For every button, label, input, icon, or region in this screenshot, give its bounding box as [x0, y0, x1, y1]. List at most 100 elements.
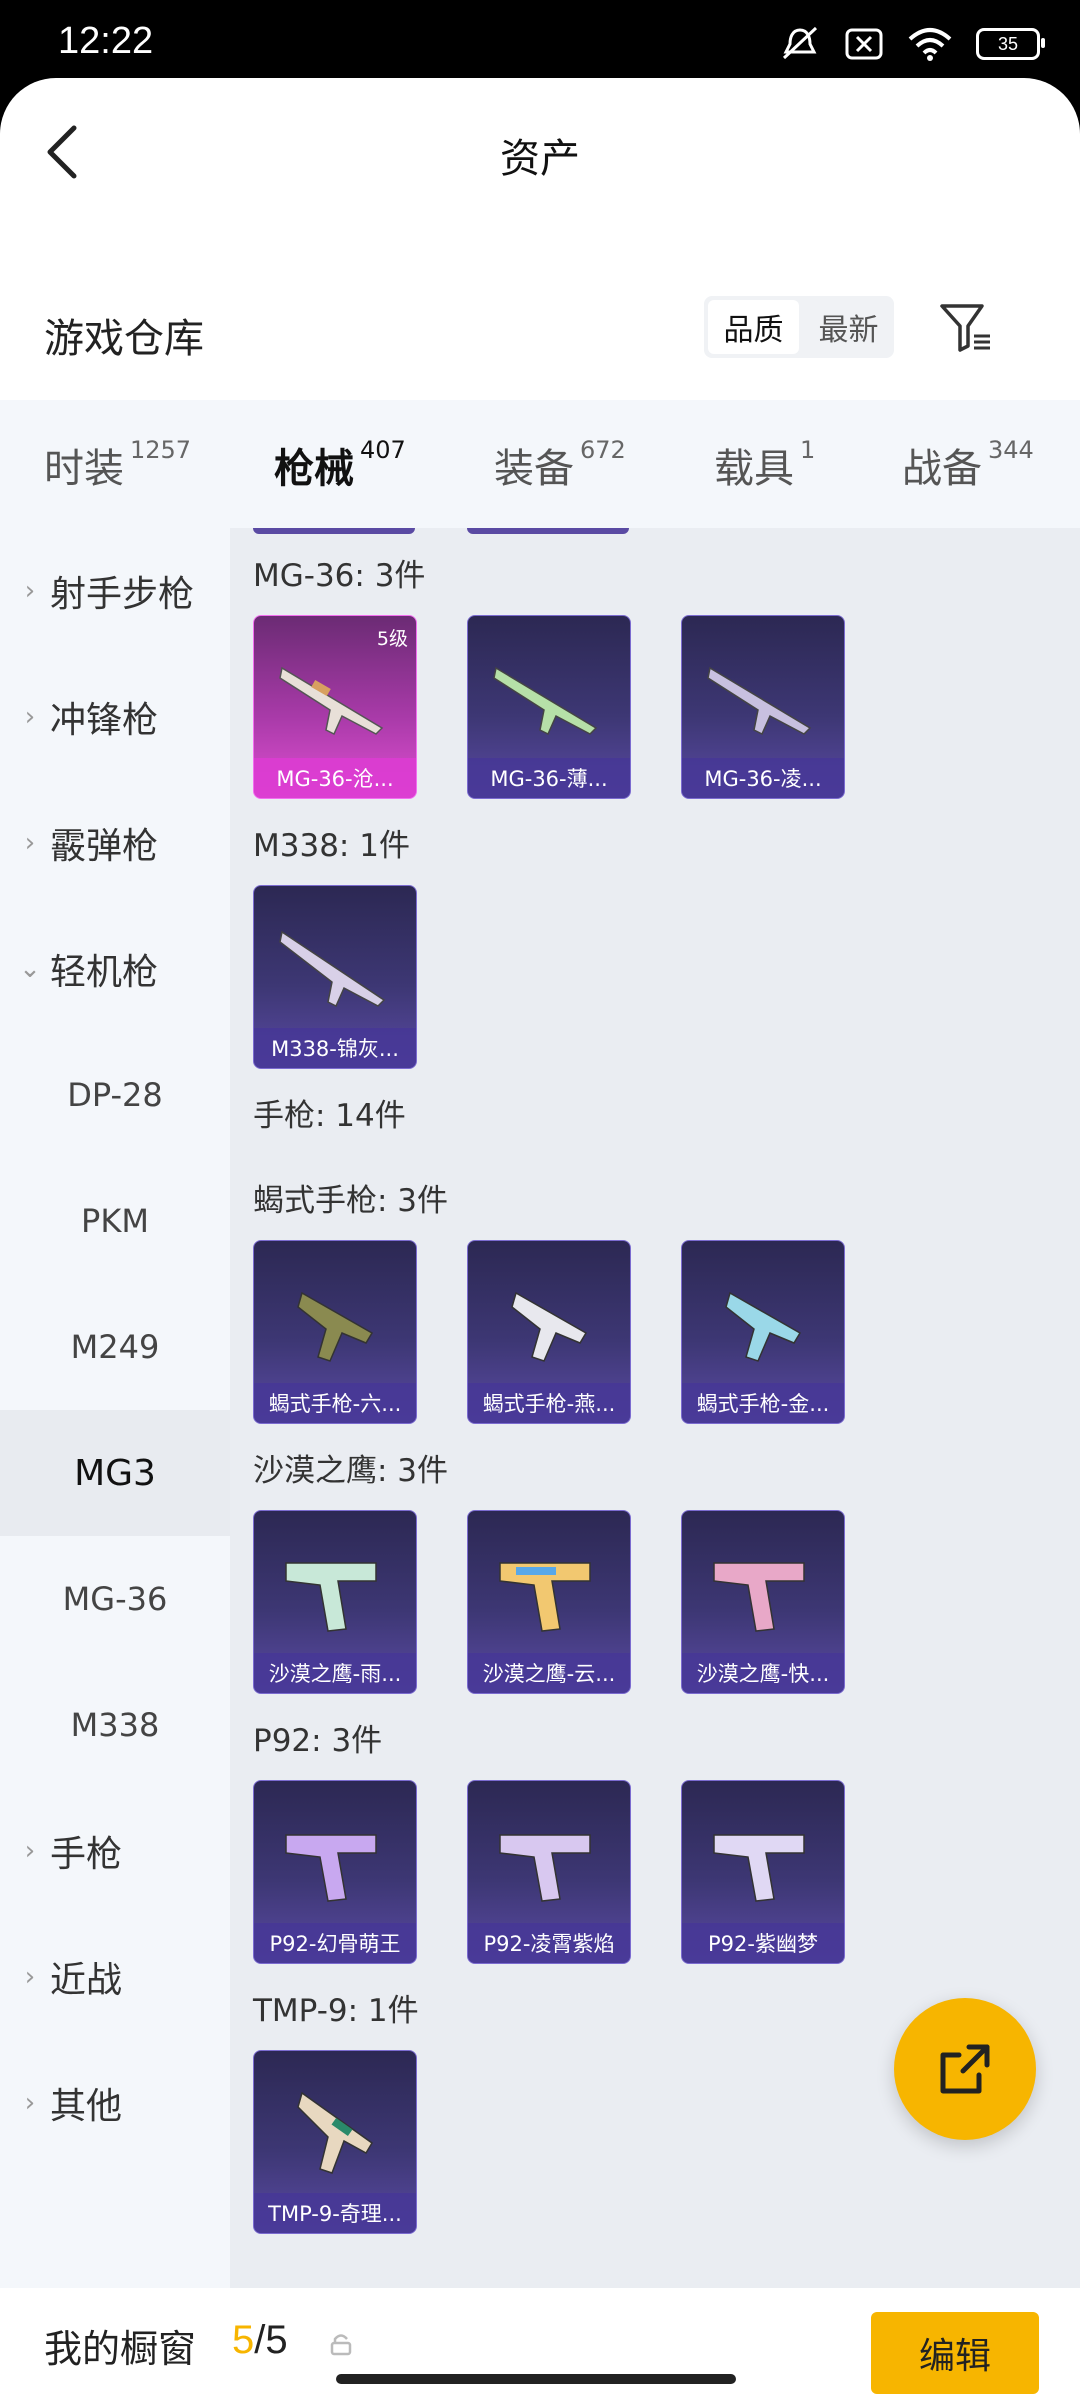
weapon-name: P92-紫幽梦 [682, 1923, 844, 1963]
showcase-count: 5/5 [232, 2318, 288, 2362]
weapon-name: 蝎式手枪-金... [682, 1383, 844, 1423]
category-melee[interactable]: › 近战 [0, 1914, 230, 2040]
category-tabs: 时装 1257 枪械 407 装备 672 载具 1 战备 344 [0, 400, 1080, 528]
weapon-card[interactable]: P92-幻骨萌王 [253, 1780, 417, 1964]
rifle-icon [279, 666, 384, 736]
group-header-tmp9: TMP-9: 1件 [253, 1993, 419, 2029]
pistol-icon [297, 1291, 374, 1362]
smg-icon [297, 2091, 373, 2174]
weapon-name: 沙漠之鹰-快... [682, 1653, 844, 1693]
category-lmg[interactable]: ⌄ 轻机枪 [0, 906, 230, 1032]
weapon-card[interactable]: M338-锦灰... [253, 885, 417, 1069]
wifi-icon [908, 28, 952, 61]
weapon-name: MG-36-薄... [468, 758, 630, 798]
showcase-label: 我的橱窗 [44, 2327, 197, 2371]
section-title: 游戏仓库 [44, 316, 204, 362]
tab-supplies[interactable]: 战备 344 [902, 436, 1034, 494]
level-badge: 5级 [376, 628, 408, 650]
home-indicator [336, 2374, 736, 2384]
category-pistol[interactable]: › 手枪 [0, 1788, 230, 1914]
group-header-scorpion: 蝎式手枪: 3件 [253, 1183, 449, 1219]
weapon-name: M338-锦灰... [254, 1028, 416, 1068]
rifle-icon [279, 930, 386, 1008]
previous-card-edge [253, 528, 415, 534]
weapon-card[interactable]: 蝎式手枪-金... [681, 1240, 845, 1424]
tab-vehicles[interactable]: 载具 1 [714, 436, 815, 494]
chevron-down-icon: ⌄ [19, 954, 41, 984]
weapon-name: MG-36-沧... [254, 758, 416, 798]
group-header-mg36: MG-36: 3件 [253, 558, 426, 594]
weapon-name: P92-凌霄紫焰 [468, 1923, 630, 1963]
sub-dp28[interactable]: DP-28 [0, 1032, 230, 1158]
weapon-card[interactable]: 沙漠之鹰-雨... [253, 1510, 417, 1694]
weapon-card[interactable]: 5级 MG-36-沧... [253, 615, 417, 799]
chevron-right-icon: › [24, 2088, 36, 2118]
weapon-name: 蝎式手枪-燕... [468, 1383, 630, 1423]
tab-equipment[interactable]: 装备 672 [494, 436, 626, 494]
assets-page: 资产 游戏仓库 品质 最新 时装 1257 枪械 407 装备 672 载具 1 战备 3… [0, 78, 1080, 2400]
weapon-category-sidebar: › 射手步枪 › 冲锋枪 › 霰弹枪 ⌄ 轻机枪 DP-28 PKM M249 MG3 … [0, 528, 230, 2288]
share-fab[interactable] [894, 1998, 1036, 2140]
sub-mg36[interactable]: MG-36 [0, 1536, 230, 1662]
rifle-icon [493, 666, 598, 736]
mute-icon [782, 26, 818, 60]
sub-m249[interactable]: M249 [0, 1284, 230, 1410]
weapon-name: 沙漠之鹰-雨... [254, 1653, 416, 1693]
pistol-icon [499, 1834, 591, 1902]
weapon-card[interactable]: P92-紫幽梦 [681, 1780, 845, 1964]
status-time: 12:22 [58, 20, 154, 62]
status-bar: 12:22 35 [0, 0, 1080, 80]
status-icons: 35 [780, 26, 1045, 62]
sub-mg3[interactable]: MG3 [0, 1410, 230, 1536]
chevron-right-icon: › [24, 828, 36, 858]
battery-icon: 35 [976, 28, 1045, 60]
chevron-right-icon: › [24, 1836, 36, 1866]
weapon-card[interactable]: 蝎式手枪-六... [253, 1240, 417, 1424]
previous-card-edge [467, 528, 629, 534]
weapon-card[interactable]: P92-凌霄紫焰 [467, 1780, 631, 1964]
lock-icon [330, 2334, 352, 2356]
rifle-icon [707, 666, 812, 736]
weapon-card[interactable]: 沙漠之鹰-快... [681, 1510, 845, 1694]
weapon-name: 蝎式手枪-六... [254, 1383, 416, 1423]
sim-off-icon [845, 28, 883, 60]
weapon-card[interactable]: TMP-9-奇理... [253, 2050, 417, 2234]
weapon-name: TMP-9-奇理... [254, 2193, 416, 2233]
sort-newest-button[interactable]: 最新 [803, 296, 894, 358]
weapon-card[interactable]: MG-36-薄... [467, 615, 631, 799]
filter-icon[interactable] [938, 300, 994, 356]
weapon-card[interactable]: 蝎式手枪-燕... [467, 1240, 631, 1424]
pistol-icon [713, 1834, 805, 1902]
weapon-name: P92-幻骨萌王 [254, 1923, 416, 1963]
external-link-icon [940, 2044, 990, 2094]
pistol-icon [713, 1562, 805, 1632]
category-sniper-rifle[interactable]: › 射手步枪 [0, 528, 230, 654]
sort-quality-button[interactable]: 品质 [708, 300, 799, 354]
group-header-deagle: 沙漠之鹰: 3件 [253, 1453, 449, 1489]
chevron-right-icon: › [24, 1962, 36, 1992]
group-header-pistol: 手枪: 14件 [253, 1098, 406, 1134]
edit-button[interactable]: 编辑 [871, 2312, 1039, 2394]
pistol-icon [285, 1562, 377, 1632]
sub-pkm[interactable]: PKM [0, 1158, 230, 1284]
category-shotgun[interactable]: › 霰弹枪 [0, 780, 230, 906]
pistol-icon [725, 1291, 802, 1362]
sort-toggle: 品质 最新 [704, 296, 894, 358]
category-smg[interactable]: › 冲锋枪 [0, 654, 230, 780]
tab-firearms[interactable]: 枪械 407 [274, 436, 406, 494]
tab-fashion[interactable]: 时装 1257 [44, 436, 191, 494]
pistol-icon [499, 1562, 591, 1632]
page-title: 资产 [500, 136, 580, 182]
weapon-name: 沙漠之鹰-云... [468, 1653, 630, 1693]
weapon-card[interactable]: MG-36-凌... [681, 615, 845, 799]
top-bar: 资产 [0, 78, 1080, 218]
weapon-name: MG-36-凌... [682, 758, 844, 798]
chevron-right-icon: › [24, 702, 36, 732]
group-header-m338: M338: 1件 [253, 828, 410, 864]
weapon-card[interactable]: 沙漠之鹰-云... [467, 1510, 631, 1694]
group-header-p92: P92: 3件 [253, 1723, 383, 1759]
chevron-right-icon: › [24, 576, 36, 606]
category-other[interactable]: › 其他 [0, 2040, 230, 2166]
sub-m338[interactable]: M338 [0, 1662, 230, 1788]
warehouse-header: 游戏仓库 品质 最新 [0, 288, 1080, 388]
